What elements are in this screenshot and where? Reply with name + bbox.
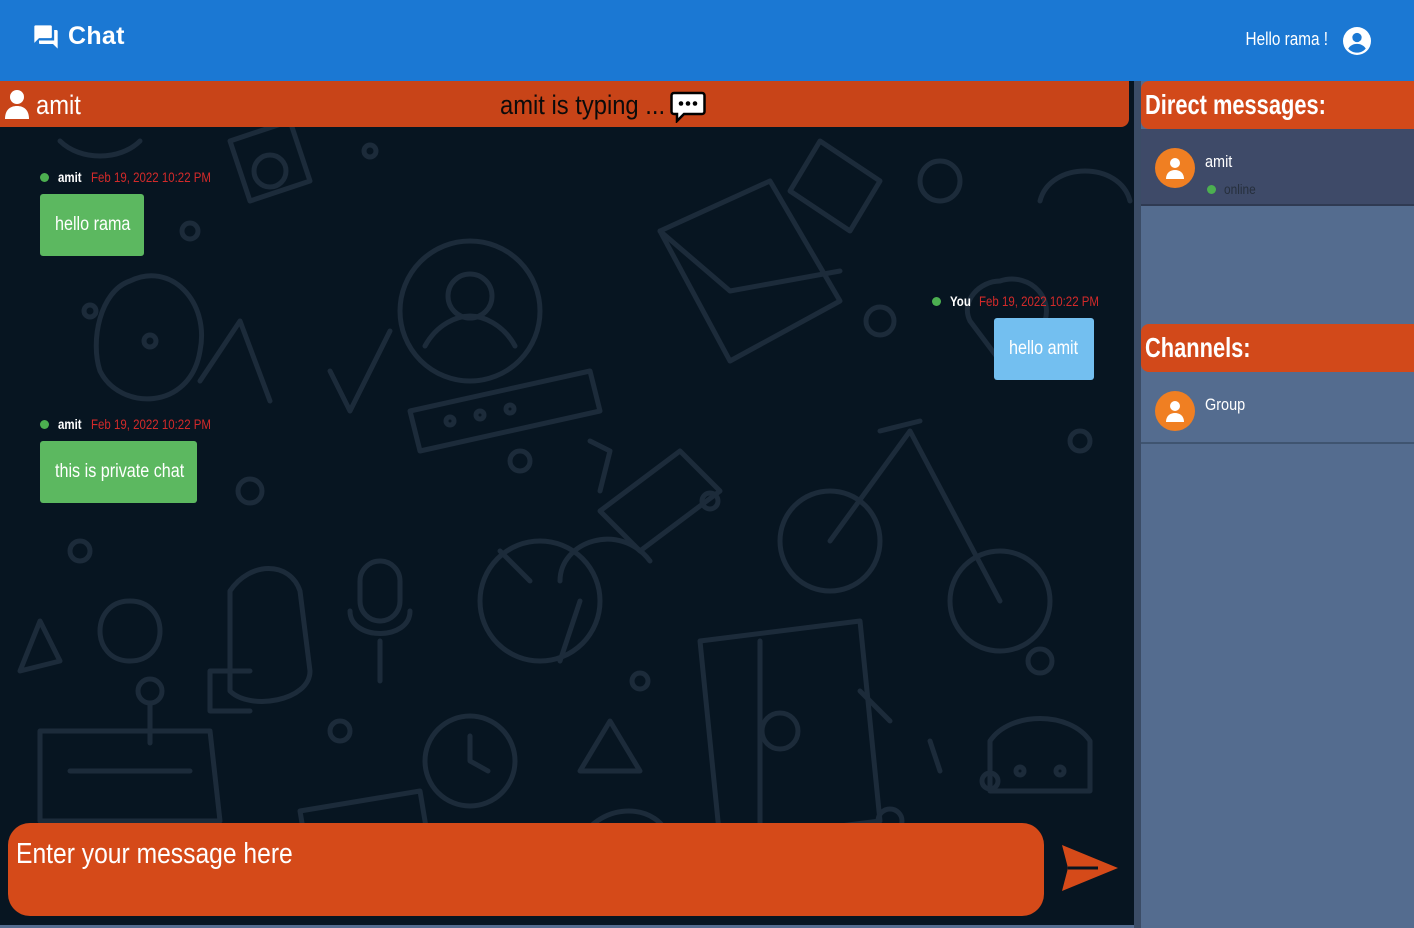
- conversation-header: amit amit is typing ...: [0, 81, 1129, 127]
- chat-wallpaper: [17, 118, 1133, 874]
- message-timestamp: Feb 19, 2022 10:22 PM: [90, 169, 211, 185]
- top-bar: Chat Hello rama !: [0, 0, 1414, 81]
- contact-status: online: [1224, 181, 1256, 197]
- online-dot: [40, 419, 49, 429]
- typing-indicator: amit is typing ...: [500, 90, 666, 120]
- forum-icon: [34, 24, 58, 49]
- sidebar: [1134, 81, 1414, 928]
- message-text: this is private chat: [55, 461, 185, 482]
- message-bubble: hello rama: [40, 194, 144, 256]
- message-meta: amit Feb 19, 2022 10:22 PM: [40, 169, 237, 185]
- peer-name: amit: [36, 90, 81, 120]
- message-input[interactable]: [16, 833, 866, 875]
- online-dot: [40, 172, 49, 182]
- channels-heading: Channels:: [1141, 324, 1414, 372]
- avatar: [1155, 148, 1195, 188]
- app-title: Chat: [68, 22, 125, 50]
- send-arrow-icon[interactable]: [1060, 843, 1120, 893]
- online-dot: [932, 296, 941, 306]
- speech-bubble-dots-icon: [670, 91, 706, 123]
- chat-area[interactable]: [0, 81, 1134, 925]
- message-bubble: hello amit: [994, 318, 1094, 380]
- channel-item-group[interactable]: Group: [1141, 372, 1414, 444]
- message-bubble: this is private chat: [40, 441, 197, 503]
- message-composer: [8, 823, 1044, 916]
- person-icon: [1166, 158, 1184, 179]
- person-icon: [5, 90, 29, 119]
- message-sender: amit: [58, 416, 82, 432]
- user-greeting: Hello rama !: [1245, 29, 1328, 49]
- message-timestamp: Feb 19, 2022 10:22 PM: [979, 293, 1100, 309]
- contact-item-amit[interactable]: amit online: [1141, 129, 1414, 206]
- channel-name: Group: [1205, 395, 1246, 414]
- person-icon: [1166, 401, 1184, 422]
- direct-messages-heading: Direct messages:: [1141, 81, 1414, 129]
- account-circle-icon[interactable]: [1343, 27, 1371, 55]
- message-meta: amit Feb 19, 2022 10:22 PM: [40, 416, 237, 432]
- message-timestamp: Feb 19, 2022 10:22 PM: [90, 416, 211, 432]
- message-sender: amit: [58, 169, 82, 185]
- online-dot: [1207, 185, 1216, 194]
- message-text: hello rama: [55, 214, 131, 235]
- message-text: hello amit: [1009, 338, 1079, 359]
- brand[interactable]: Chat: [32, 22, 125, 51]
- message-meta: You Feb 19, 2022 10:22 PM: [932, 293, 1126, 309]
- avatar: [1155, 391, 1195, 431]
- contact-name: amit: [1205, 152, 1233, 171]
- message-sender: You: [950, 293, 971, 309]
